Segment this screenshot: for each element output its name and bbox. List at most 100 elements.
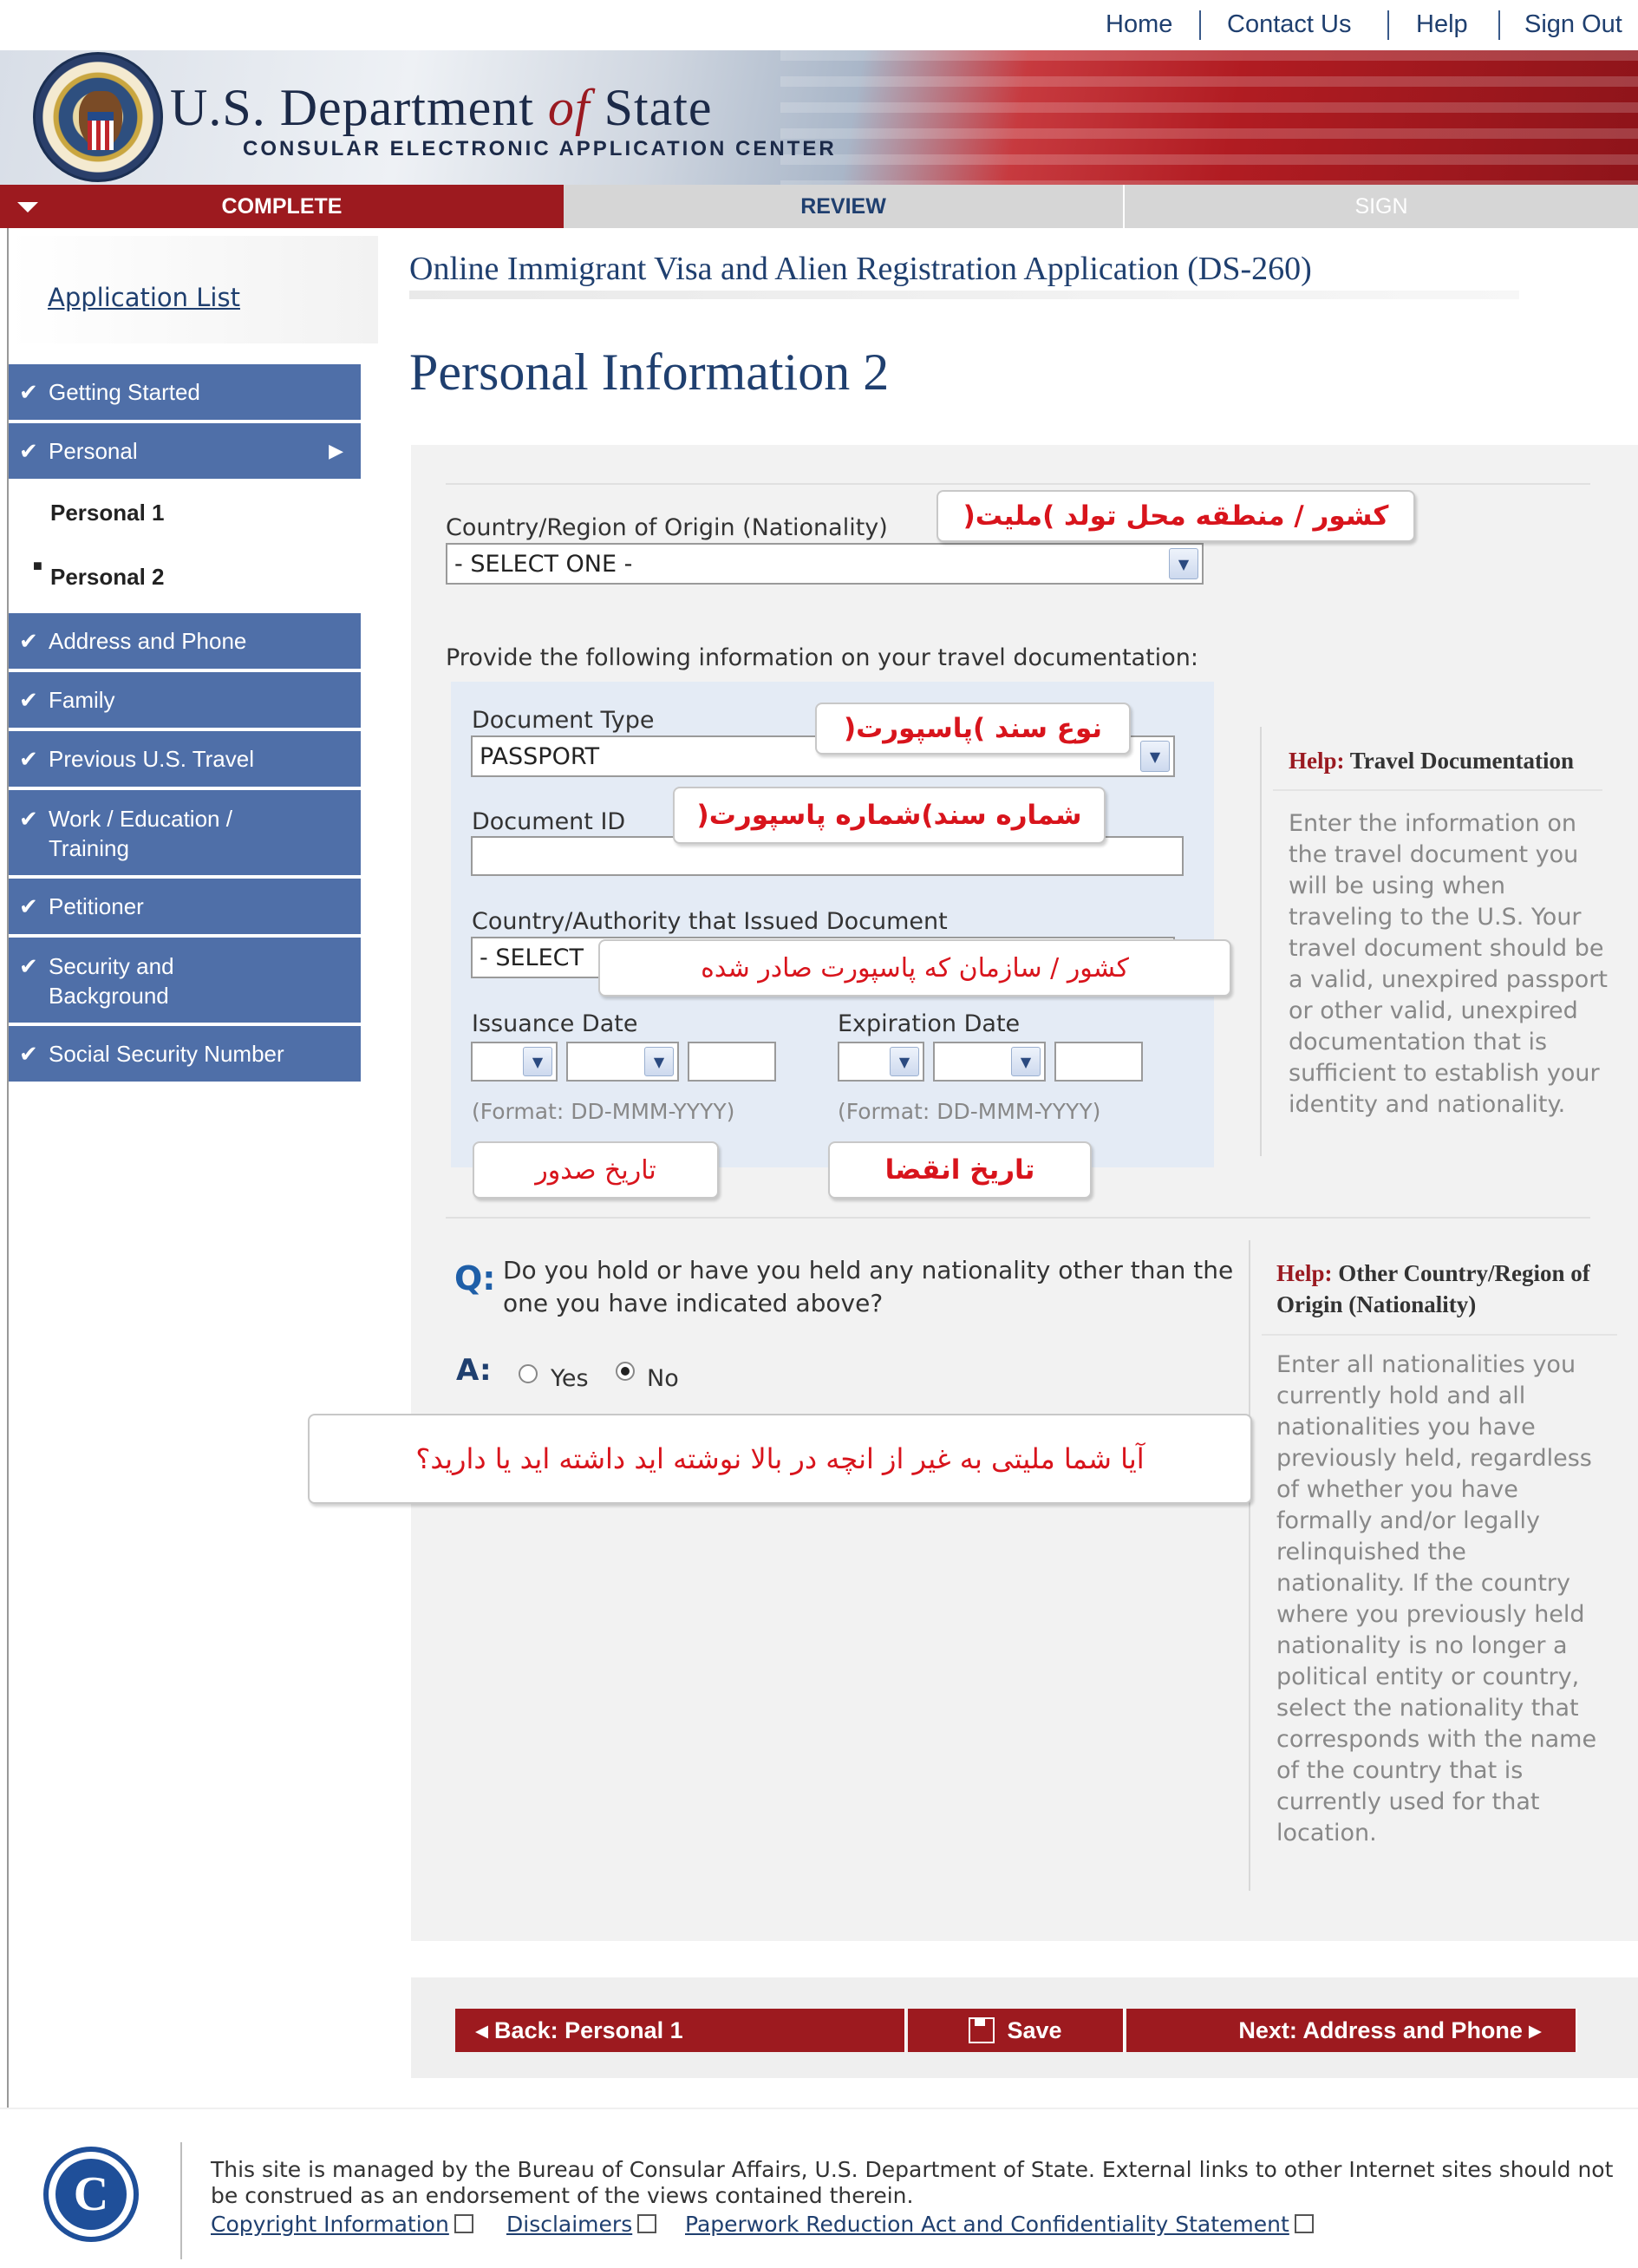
- document-type-label: Document Type: [472, 707, 655, 734]
- shield-emblem: [88, 112, 114, 150]
- floppy-disk-icon: [969, 2017, 995, 2043]
- answer-label: A:: [456, 1353, 492, 1388]
- check-icon: ✔: [19, 1040, 38, 1067]
- copyright-link[interactable]: Copyright Information: [211, 2212, 473, 2237]
- callout-country-issued: کشور / سازمان که پاسپورت صادر شده: [598, 939, 1231, 997]
- department-title: U.S. Department of State: [170, 79, 713, 136]
- check-icon: ✔: [19, 953, 38, 979]
- help-other-title: Help: Other Country/Region of Origin (Na…: [1276, 1260, 1590, 1317]
- nationality-select[interactable]: - SELECT ONE - ▼: [446, 543, 1204, 585]
- issuance-month-select[interactable]: ▼: [566, 1042, 679, 1082]
- page-title: Personal Information 2: [409, 343, 890, 401]
- radio-no-label: No: [647, 1365, 679, 1392]
- step-review: REVIEW: [564, 185, 1125, 228]
- disclaimers-link[interactable]: Disclaimers: [506, 2212, 657, 2237]
- separator: [1387, 10, 1389, 40]
- callout-nationality: کشور / منطقه محل تولد )ملیت(: [936, 490, 1415, 542]
- callout-expiration: تاریخ انقضا: [828, 1141, 1092, 1199]
- issuance-format-hint: (Format: DD-MMM-YYYY): [472, 1099, 735, 1124]
- issuance-year-input[interactable]: [688, 1042, 776, 1082]
- step-arrow-icon: [17, 202, 38, 212]
- sidebar-item-family[interactable]: ✔ Family: [9, 672, 361, 729]
- application-list-link[interactable]: Application List: [48, 283, 240, 312]
- divider: [446, 1217, 1590, 1219]
- sidebar-item-petitioner[interactable]: ✔ Petitioner: [9, 879, 361, 936]
- help-travel-title: Help: Travel Documentation: [1289, 748, 1574, 774]
- consular-affairs-logo: C: [43, 2147, 139, 2242]
- form-title: Online Immigrant Visa and Alien Registra…: [409, 251, 1312, 287]
- department-seal: [33, 52, 163, 182]
- footer-divider: [180, 2142, 182, 2259]
- help-other-text: Enter all nationalities you currently ho…: [1276, 1351, 1597, 1846]
- home-link[interactable]: Home: [1106, 10, 1172, 39]
- external-link-icon: [637, 2214, 657, 2233]
- sign-out-link[interactable]: Sign Out: [1524, 10, 1622, 39]
- divider: [446, 483, 1590, 485]
- left-border: [7, 228, 9, 2268]
- sidebar-item-work-education[interactable]: ✔ Work / Education / Training: [9, 790, 361, 877]
- help-travel-text: Enter the information on the travel docu…: [1289, 810, 1608, 1118]
- department-subtitle: CONSULAR ELECTRONIC APPLICATION CENTER: [243, 137, 837, 160]
- separator: [1498, 10, 1500, 40]
- chevron-down-icon: ▼: [1011, 1047, 1041, 1076]
- sidebar-item-address-phone[interactable]: ✔ Address and Phone: [9, 613, 361, 670]
- help-divider: [1260, 727, 1262, 1156]
- expand-arrow-icon: ▶: [329, 440, 343, 461]
- help-link[interactable]: Help: [1416, 10, 1468, 39]
- callout-question: آیا شما ملیتی به غیر از انچه در بالا نوش…: [308, 1414, 1252, 1504]
- flag-stripes: [780, 50, 1638, 185]
- contact-us-link[interactable]: Contact Us: [1227, 10, 1351, 39]
- check-icon: ✔: [19, 378, 38, 405]
- check-icon: ✔: [19, 745, 38, 772]
- check-icon: ✔: [19, 892, 38, 919]
- current-marker-icon: ■: [33, 557, 42, 574]
- step-sign: SIGN: [1125, 185, 1638, 228]
- separator: [1199, 10, 1201, 40]
- sidebar-item-personal[interactable]: ✔ Personal ▶: [9, 423, 361, 480]
- external-link-icon: [1294, 2214, 1314, 2233]
- back-button[interactable]: ◂ Back: Personal 1: [455, 2009, 906, 2052]
- expiration-date-label: Expiration Date: [838, 1010, 1021, 1037]
- sidebar-item-ssn[interactable]: ✔ Social Security Number: [9, 1026, 361, 1083]
- top-links-bar: Home Contact Us Help Sign Out: [0, 0, 1638, 50]
- external-link-icon: [454, 2214, 473, 2233]
- document-id-label: Document ID: [472, 808, 626, 835]
- issuance-day-select[interactable]: ▼: [471, 1042, 558, 1082]
- step-complete: COMPLETE: [0, 185, 564, 228]
- question-text: Do you hold or have you held any nationa…: [503, 1256, 1234, 1317]
- country-issued-label: Country/Authority that Issued Document: [472, 908, 948, 935]
- help-rule: [1262, 1334, 1617, 1336]
- check-icon: ✔: [19, 806, 38, 832]
- sidebar-item-getting-started[interactable]: ✔ Getting Started: [9, 364, 361, 422]
- callout-document-type: نوع سند )پاسپورت(: [815, 703, 1131, 755]
- sidebar-item-previous-travel[interactable]: ✔ Previous U.S. Travel: [9, 731, 361, 788]
- save-button[interactable]: Save: [908, 2009, 1125, 2052]
- chevron-down-icon: ▼: [644, 1047, 674, 1076]
- expiration-year-input[interactable]: [1054, 1042, 1143, 1082]
- question-label: Q:: [454, 1259, 496, 1297]
- expiration-day-select[interactable]: ▼: [838, 1042, 924, 1082]
- radio-yes[interactable]: [519, 1364, 538, 1383]
- sidebar-subitem-personal-2[interactable]: ■ Personal 2: [33, 557, 165, 591]
- issuance-date-label: Issuance Date: [472, 1010, 638, 1037]
- sidebar-item-security[interactable]: ✔ Security and Background: [9, 938, 361, 1024]
- chevron-down-icon: ▼: [1169, 548, 1198, 579]
- paperwork-reduction-link[interactable]: Paperwork Reduction Act and Confidential…: [685, 2212, 1314, 2237]
- callout-document-id: شماره سند)شماره پاسپورت(: [673, 787, 1106, 844]
- callout-issuance: تاریخ صدور: [473, 1141, 719, 1199]
- radio-no[interactable]: [616, 1362, 635, 1381]
- expiration-format-hint: (Format: DD-MMM-YYYY): [838, 1099, 1101, 1124]
- help-rule: [1273, 789, 1602, 791]
- chevron-down-icon: ▼: [1140, 741, 1170, 772]
- sidebar-subitem-personal-1[interactable]: Personal 1: [50, 500, 165, 526]
- help-divider: [1249, 1240, 1250, 1891]
- travel-doc-intro: Provide the following information on you…: [446, 644, 1198, 671]
- next-button[interactable]: Next: Address and Phone ▸: [1126, 2009, 1577, 2052]
- title-underline: [409, 291, 1519, 299]
- check-icon: ✔: [19, 437, 38, 464]
- nationality-label: Country/Region of Origin (Nationality): [446, 514, 888, 541]
- chevron-down-icon: ▼: [523, 1047, 552, 1076]
- footer-text: This site is managed by the Bureau of Co…: [211, 2157, 1614, 2208]
- check-icon: ✔: [19, 627, 38, 654]
- expiration-month-select[interactable]: ▼: [933, 1042, 1046, 1082]
